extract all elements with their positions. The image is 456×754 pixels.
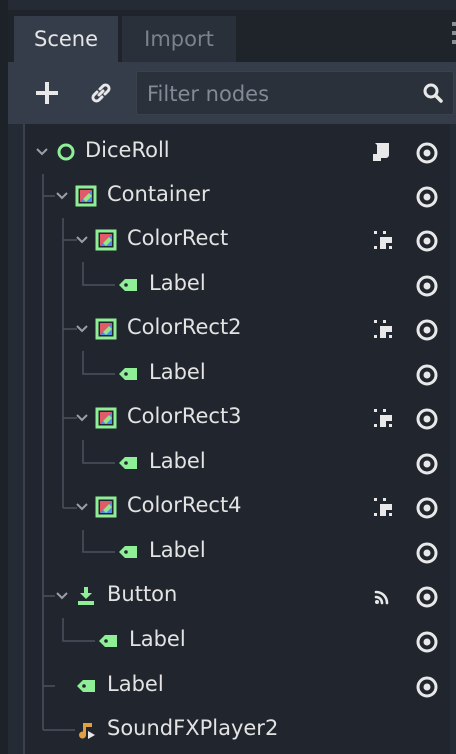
- visibility-eye-icon[interactable]: [415, 407, 439, 431]
- node2d-circle-icon: [57, 143, 75, 161]
- tree-item-label[interactable]: Label: [25, 441, 450, 485]
- tree-item-colorrect4[interactable]: ColorRect4: [25, 485, 450, 529]
- node-label: Button: [107, 582, 178, 606]
- node-label: DiceRoll: [85, 138, 170, 162]
- filter-nodes-field[interactable]: [136, 71, 454, 116]
- tree-item-button[interactable]: Button: [25, 574, 450, 618]
- scene-toolbar: [8, 62, 456, 124]
- label-icon: [119, 546, 137, 558]
- tree-item-colorrect3[interactable]: ColorRect3: [25, 396, 450, 440]
- script-icon[interactable]: [369, 140, 393, 164]
- visibility-eye-icon[interactable]: [415, 318, 439, 342]
- visibility-eye-icon[interactable]: [415, 229, 439, 253]
- button-icon: [78, 587, 94, 605]
- visibility-eye-icon[interactable]: [415, 141, 439, 165]
- visibility-eye-icon[interactable]: [415, 585, 439, 609]
- chevron-down-icon[interactable]: [75, 411, 89, 425]
- group-icon[interactable]: [371, 317, 395, 341]
- tree-item-label[interactable]: Label: [25, 664, 450, 708]
- label-icon: [119, 457, 137, 469]
- chevron-down-icon[interactable]: [75, 322, 89, 336]
- node-label: ColorRect4: [127, 493, 242, 517]
- visibility-eye-icon[interactable]: [415, 630, 439, 654]
- add-node-button[interactable]: [26, 72, 68, 114]
- link-icon: [91, 83, 111, 103]
- dock-grip-handle[interactable]: [452, 22, 456, 48]
- visibility-eye-icon[interactable]: [415, 452, 439, 476]
- colorrect-icon: [95, 407, 117, 429]
- scene-tree: DiceRoll Container ColorRect Label Color…: [23, 124, 450, 754]
- label-icon: [99, 635, 117, 647]
- instance-scene-button[interactable]: [80, 72, 122, 114]
- filter-nodes-input[interactable]: [145, 72, 409, 116]
- tree-item-soundfxplayer2[interactable]: SoundFXPlayer2: [25, 708, 450, 752]
- tree-item-diceroll[interactable]: DiceRoll: [25, 130, 450, 174]
- node-label: SoundFXPlayer2: [107, 716, 279, 740]
- tree-item-label[interactable]: Label: [25, 530, 450, 574]
- chevron-down-icon[interactable]: [35, 145, 49, 159]
- plus-icon: [36, 82, 58, 104]
- node-label: ColorRect: [127, 226, 229, 250]
- colorrect-icon: [95, 496, 117, 518]
- visibility-eye-icon[interactable]: [415, 363, 439, 387]
- dock-tab-bar: Scene Import: [8, 10, 456, 62]
- node-label: ColorRect2: [127, 315, 242, 339]
- node-label: Label: [129, 627, 186, 651]
- tree-item-colorrect2[interactable]: ColorRect2: [25, 307, 450, 351]
- visibility-eye-icon[interactable]: [415, 675, 439, 699]
- chevron-down-icon[interactable]: [55, 189, 69, 203]
- colorrect-icon: [95, 229, 117, 251]
- visibility-eye-icon[interactable]: [415, 274, 439, 298]
- chevron-down-icon[interactable]: [75, 500, 89, 514]
- node-label: ColorRect3: [127, 404, 242, 428]
- audio-player-icon: [79, 723, 95, 739]
- visibility-eye-icon[interactable]: [415, 185, 439, 209]
- label-icon: [119, 279, 137, 291]
- node-label: Container: [107, 182, 210, 206]
- tree-item-label[interactable]: Label: [25, 263, 450, 307]
- node-label: Label: [149, 449, 206, 473]
- visibility-eye-icon[interactable]: [415, 541, 439, 565]
- group-icon[interactable]: [371, 228, 395, 252]
- chevron-down-icon[interactable]: [55, 589, 69, 603]
- tree-item-container[interactable]: Container: [25, 174, 450, 218]
- tree-item-label[interactable]: Label: [25, 619, 450, 663]
- group-icon[interactable]: [371, 406, 395, 430]
- colorrect-icon: [75, 185, 97, 207]
- label-icon: [77, 680, 95, 692]
- colorrect-icon: [95, 318, 117, 340]
- signal-icon[interactable]: [371, 584, 395, 608]
- node-label: Label: [107, 672, 164, 696]
- label-icon: [119, 368, 137, 380]
- visibility-eye-icon[interactable]: [415, 496, 439, 520]
- tab-scene[interactable]: Scene: [14, 16, 118, 62]
- tree-item-label[interactable]: Label: [25, 352, 450, 396]
- chevron-down-icon[interactable]: [75, 233, 89, 247]
- group-icon[interactable]: [371, 495, 395, 519]
- node-label: Label: [149, 538, 206, 562]
- search-icon: [423, 83, 443, 103]
- tab-import[interactable]: Import: [122, 16, 236, 62]
- node-label: Label: [149, 271, 206, 295]
- node-label: Label: [149, 360, 206, 384]
- tree-item-colorrect[interactable]: ColorRect: [25, 218, 450, 262]
